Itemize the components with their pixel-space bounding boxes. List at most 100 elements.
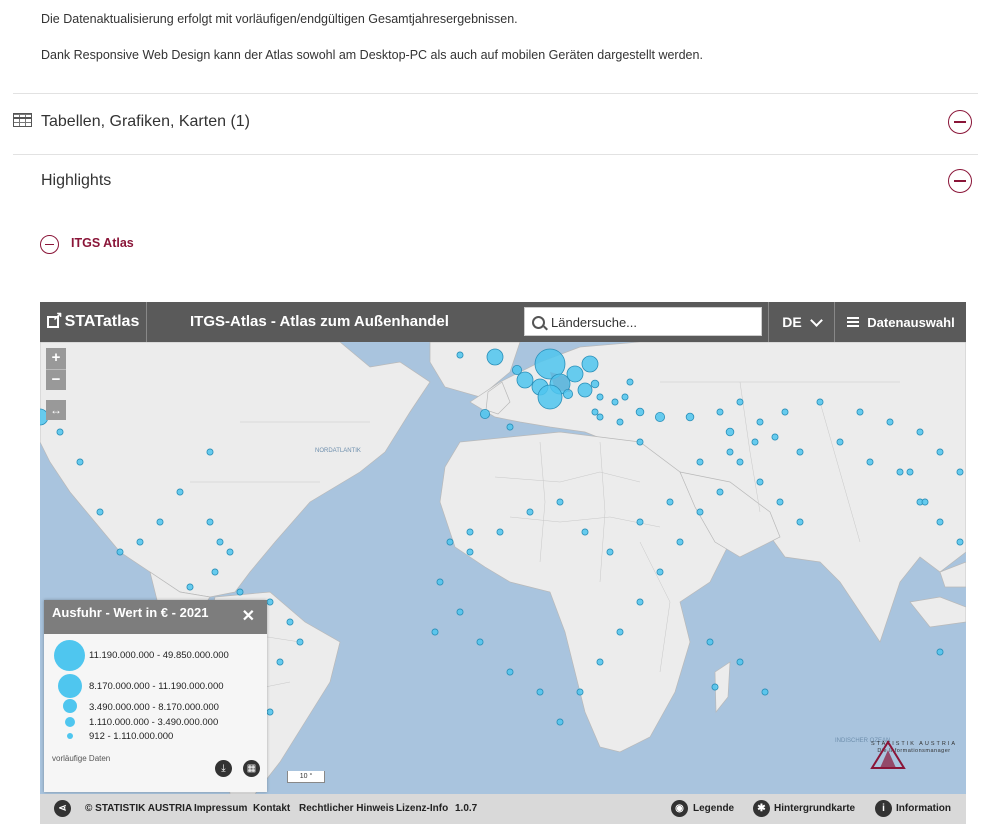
zoom-out-button[interactable]: −: [46, 370, 66, 391]
export-bubble[interactable]: [616, 628, 624, 636]
export-bubble[interactable]: [606, 548, 614, 556]
export-bubble[interactable]: [771, 433, 779, 441]
export-bubble[interactable]: [431, 628, 439, 636]
export-bubble[interactable]: [756, 418, 764, 426]
export-bubble[interactable]: [736, 398, 744, 406]
export-bubble[interactable]: [621, 393, 629, 401]
export-bubble[interactable]: [186, 583, 194, 591]
export-bubble[interactable]: [656, 568, 664, 576]
export-bubble[interactable]: [816, 398, 824, 406]
export-bubble[interactable]: [636, 518, 644, 526]
export-bubble[interactable]: [666, 498, 674, 506]
export-bubble[interactable]: [446, 538, 454, 546]
export-bubble[interactable]: [636, 438, 644, 446]
close-icon[interactable]: ✕: [242, 606, 255, 626]
export-bubble[interactable]: [506, 423, 514, 431]
zoom-in-button[interactable]: +: [46, 348, 66, 370]
export-bubble[interactable]: [654, 411, 666, 423]
export-bubble[interactable]: [676, 538, 684, 546]
export-bubble[interactable]: [266, 598, 274, 606]
export-bubble[interactable]: [466, 528, 474, 536]
footer-legal-link[interactable]: Rechtlicher Hinweis: [299, 803, 394, 814]
export-bubble[interactable]: [76, 458, 84, 466]
expand-icon[interactable]: ↔: [46, 400, 66, 420]
export-bubble[interactable]: [266, 708, 274, 716]
export-bubble[interactable]: [596, 393, 604, 401]
export-bubble[interactable]: [537, 384, 563, 410]
export-bubble[interactable]: [725, 427, 735, 437]
export-bubble[interactable]: [696, 508, 704, 516]
export-bubble[interactable]: [206, 448, 214, 456]
export-bubble[interactable]: [556, 498, 564, 506]
export-bubble[interactable]: [511, 364, 523, 376]
export-bubble[interactable]: [751, 438, 759, 446]
export-bubble[interactable]: [456, 608, 464, 616]
export-bubble[interactable]: [576, 688, 584, 696]
collapse-tables-button[interactable]: [948, 110, 972, 134]
export-bubble[interactable]: [211, 568, 219, 576]
statatlas-logo-link[interactable]: STATatlas: [40, 302, 147, 342]
export-bubble[interactable]: [611, 398, 619, 406]
export-bubble[interactable]: [577, 382, 593, 398]
export-bubble[interactable]: [136, 538, 144, 546]
export-bubble[interactable]: [886, 418, 894, 426]
export-bubble[interactable]: [296, 638, 304, 646]
export-bubble[interactable]: [591, 408, 599, 416]
export-bubble[interactable]: [156, 518, 164, 526]
export-bubble[interactable]: [896, 468, 904, 476]
export-bubble[interactable]: [526, 508, 534, 516]
country-search-input[interactable]: [549, 311, 758, 333]
export-bubble[interactable]: [781, 408, 789, 416]
export-bubble[interactable]: [916, 428, 924, 436]
export-bubble[interactable]: [496, 528, 504, 536]
export-bubble[interactable]: [736, 458, 744, 466]
export-bubble[interactable]: [226, 548, 234, 556]
footer-kontakt-link[interactable]: Kontakt: [253, 803, 290, 814]
export-bubble[interactable]: [581, 528, 589, 536]
footer-legend-button[interactable]: Legende: [693, 803, 734, 814]
export-bubble[interactable]: [796, 518, 804, 526]
export-bubble[interactable]: [696, 458, 704, 466]
export-bubble[interactable]: [706, 638, 714, 646]
export-bubble[interactable]: [936, 648, 944, 656]
export-bubble[interactable]: [479, 408, 491, 420]
export-bubble[interactable]: [596, 658, 604, 666]
export-bubble[interactable]: [796, 448, 804, 456]
export-bubble[interactable]: [276, 658, 284, 666]
export-bubble[interactable]: [506, 668, 514, 676]
export-bubble[interactable]: [96, 508, 104, 516]
export-bubble[interactable]: [936, 518, 944, 526]
export-bubble[interactable]: [466, 548, 474, 556]
export-bubble[interactable]: [616, 418, 624, 426]
collapse-highlights-button[interactable]: [948, 169, 972, 193]
world-map[interactable]: NORDATLANTIK INDISCHER OZEAN + − ↔ Ausfu…: [40, 342, 966, 794]
export-bubble[interactable]: [936, 448, 944, 456]
download-icon[interactable]: ⤓: [215, 760, 232, 777]
export-bubble[interactable]: [456, 351, 464, 359]
export-bubble[interactable]: [476, 638, 484, 646]
export-bubble[interactable]: [486, 348, 504, 366]
export-bubble[interactable]: [856, 408, 864, 416]
export-bubble[interactable]: [716, 408, 724, 416]
export-bubble[interactable]: [776, 498, 784, 506]
export-bubble[interactable]: [206, 518, 214, 526]
footer-impressum-link[interactable]: Impressum: [194, 803, 247, 814]
country-search[interactable]: [524, 307, 762, 336]
export-bubble[interactable]: [216, 538, 224, 546]
export-bubble[interactable]: [590, 379, 600, 389]
export-bubble[interactable]: [635, 407, 645, 417]
export-bubble[interactable]: [436, 578, 444, 586]
accordion-title-tables[interactable]: Tabellen, Grafiken, Karten (1): [41, 113, 250, 131]
export-bubble[interactable]: [636, 598, 644, 606]
export-bubble[interactable]: [176, 488, 184, 496]
export-bubble[interactable]: [866, 458, 874, 466]
export-bubble[interactable]: [286, 618, 294, 626]
export-bubble[interactable]: [711, 683, 719, 691]
export-bubble[interactable]: [56, 428, 64, 436]
export-bubble[interactable]: [906, 468, 914, 476]
export-bubble[interactable]: [761, 688, 769, 696]
footer-background-map-button[interactable]: Hintergrundkarte: [774, 803, 855, 814]
export-bubble[interactable]: [716, 488, 724, 496]
export-bubble[interactable]: [921, 498, 929, 506]
export-bubble[interactable]: [581, 355, 599, 373]
